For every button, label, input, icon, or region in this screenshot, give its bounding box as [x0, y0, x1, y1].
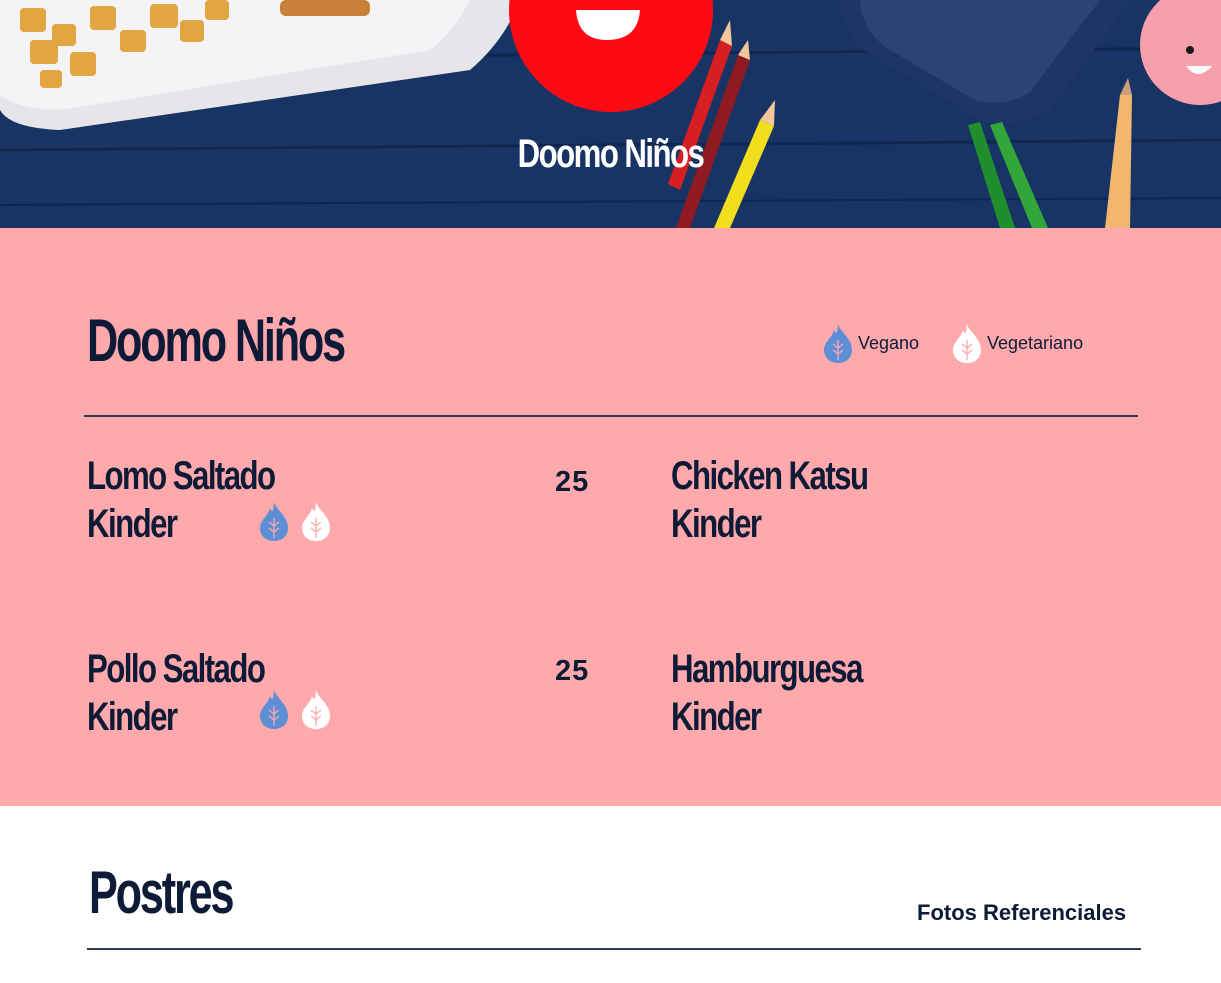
item-price: 25 — [555, 655, 590, 687]
legend-label-vegetariano: Vegetariano — [987, 332, 1084, 353]
hero-title: Doomo Niños — [517, 132, 705, 176]
vegetarian-flame-icon — [953, 324, 981, 363]
item-name-line1: Hamburguesa — [671, 647, 863, 691]
item-name-line2: Kinder — [87, 695, 178, 739]
section-title: Doomo Niños — [87, 307, 346, 374]
item-name-line2: Kinder — [671, 695, 762, 739]
vegan-flame-icon — [260, 690, 288, 729]
item-name-line2: Kinder — [87, 502, 178, 546]
vegetarian-flame-icon — [302, 502, 330, 541]
diet-icons — [258, 688, 332, 730]
diet-icons — [258, 500, 332, 542]
section-divider — [84, 415, 1138, 417]
item-price: 25 — [555, 466, 590, 498]
legend-vegano: Vegano — [822, 322, 919, 364]
item-name-line2: Kinder — [671, 502, 762, 546]
item-name-line1: Pollo Saltado — [87, 647, 266, 691]
menu-section-ninos: Doomo Niños Vegano Vegetariano Lomo Salt… — [0, 228, 1221, 806]
legend-vegetariano: Vegetariano — [951, 322, 1083, 364]
legend-label-vegano: Vegano — [858, 332, 920, 353]
vegan-flame-icon — [824, 324, 852, 363]
section-title-postres: Postres — [89, 859, 235, 926]
item-name-line1: Lomo Saltado — [87, 454, 276, 498]
vegan-flame-icon — [260, 502, 288, 541]
postres-divider — [87, 948, 1141, 950]
hero-banner: Doomo Niños — [0, 0, 1221, 228]
item-name-line1: Chicken Katsu — [671, 454, 869, 498]
hero-photo — [0, 0, 1221, 228]
fotos-referenciales-note: Fotos Referenciales — [917, 900, 1127, 925]
vegetarian-flame-icon — [302, 690, 330, 729]
